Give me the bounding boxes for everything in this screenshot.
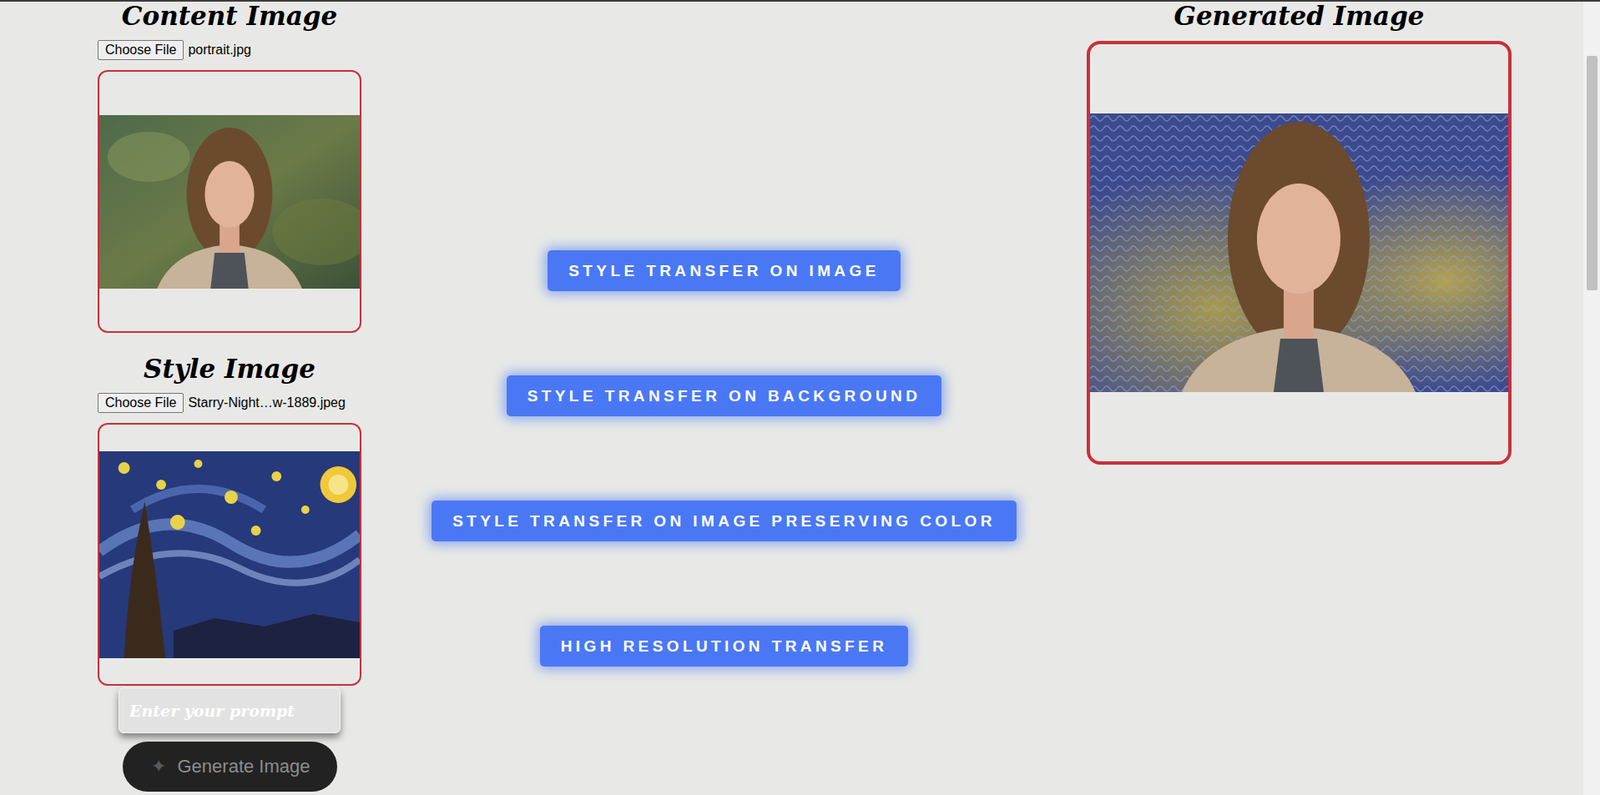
- style-file-input[interactable]: Choose FileStarry-Night…w-1889.jpeg: [97, 393, 346, 414]
- content-file-input[interactable]: Choose Fileportrait.jpg: [97, 40, 252, 61]
- scrollbar-thumb[interactable]: [1586, 55, 1598, 291]
- generated-photo: [1090, 113, 1509, 393]
- layout: Content ImageChoose Fileportrait.jpgStyl…: [0, 1, 1600, 795]
- style-painting: [99, 451, 360, 659]
- content-heading: Content Image: [121, 1, 338, 31]
- generate-image-button[interactable]: ✦Generate Image: [122, 741, 338, 793]
- generated-heading: Generated Image: [1173, 1, 1424, 31]
- content-choose-file-button[interactable]: Choose File: [97, 40, 184, 61]
- content-file-name: portrait.jpg: [187, 42, 252, 58]
- style-image-frame: [97, 423, 362, 687]
- action-button[interactable]: HIGH RESOLUTION TRANSFER: [540, 625, 909, 667]
- style-heading: Style Image: [143, 354, 316, 384]
- actions-column: STYLE TRANSFER ON IMAGE STYLE TRANSFER ON…: [361, 1, 1087, 667]
- action-button[interactable]: STYLE TRANSFER ON IMAGE: [547, 250, 901, 292]
- content-image-frame: [97, 70, 362, 334]
- sparkle-icon: ✦: [149, 757, 168, 777]
- action-button[interactable]: STYLE TRANSFER ON BACKGROUND: [506, 375, 943, 417]
- action-button[interactable]: STYLE TRANSFER ON IMAGE PRESERVING COLOR: [431, 500, 1017, 542]
- output-column: Generated Image: [1086, 1, 1512, 465]
- content-photo: [99, 115, 360, 289]
- style-file-name: Starry-Night…w-1889.jpeg: [187, 395, 346, 411]
- style-choose-file-button[interactable]: Choose File: [97, 393, 184, 414]
- page-scrollbar[interactable]: [1583, 1, 1600, 795]
- page: Content ImageChoose Fileportrait.jpgStyl…: [0, 0, 1600, 795]
- inputs-column: Content ImageChoose Fileportrait.jpgStyl…: [97, 1, 362, 793]
- prompt-input[interactable]: [118, 687, 341, 734]
- generated-image-frame: [1086, 40, 1512, 465]
